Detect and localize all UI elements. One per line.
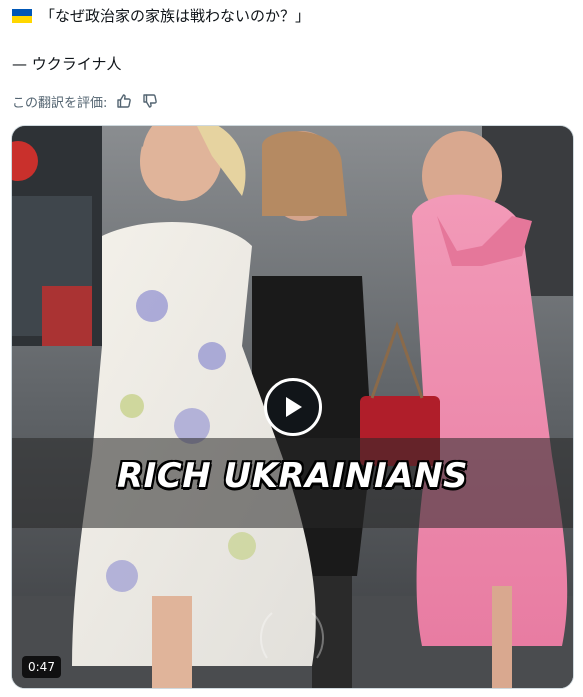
video-player[interactable]: RICH UKRAINIANS 0:47 bbox=[11, 125, 574, 689]
post-quote: 「なぜ政治家の家族は戦わないのか？」 bbox=[40, 7, 311, 25]
flag-bottom-stripe bbox=[12, 16, 32, 23]
ukraine-flag-icon bbox=[12, 9, 32, 23]
watermark-emblem bbox=[260, 612, 324, 659]
flag-top-stripe bbox=[12, 9, 32, 16]
play-button[interactable] bbox=[264, 378, 322, 436]
translation-rating: この翻訳を評価: bbox=[12, 91, 159, 111]
video-duration: 0:47 bbox=[22, 656, 61, 678]
thumbs-up-icon[interactable] bbox=[115, 92, 133, 110]
play-icon bbox=[286, 397, 302, 417]
post-quote-line: 「なぜ政治家の家族は戦わないのか？」 bbox=[12, 6, 572, 26]
post-text: 「なぜ政治家の家族は戦わないのか？」 — ウクライナ人 bbox=[12, 6, 572, 73]
video-caption: RICH UKRAINIANS bbox=[116, 455, 469, 497]
translation-rating-label: この翻訳を評価: bbox=[12, 95, 108, 111]
thumbs-down-icon[interactable] bbox=[141, 92, 159, 110]
post-attribution: — ウクライナ人 bbox=[12, 55, 122, 73]
